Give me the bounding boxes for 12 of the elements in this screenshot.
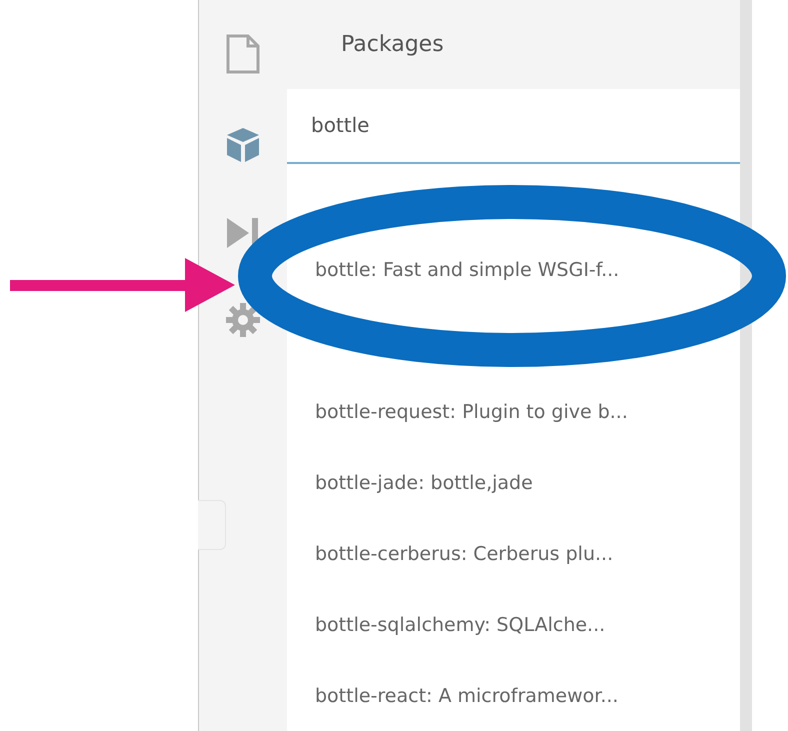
package-result[interactable]: bottle-react: A microframewor... — [315, 684, 618, 707]
package-result[interactable]: bottle-jade: bottle,jade — [315, 472, 533, 494]
panel-handle[interactable] — [198, 500, 226, 550]
package-result[interactable]: bottle-request: Plugin to give b... — [315, 400, 628, 423]
package-result[interactable]: bottle: Fast and simple WSGI-f... — [315, 258, 620, 281]
package-result[interactable]: bottle-sqlalchemy: SQLAlche... — [315, 614, 606, 636]
cube-icon[interactable] — [225, 126, 261, 164]
file-icon[interactable] — [226, 34, 260, 74]
panel-title: Packages — [287, 0, 740, 89]
settings-icon[interactable] — [225, 302, 261, 338]
package-result[interactable]: bottle-cerberus: Cerberus plu... — [315, 542, 614, 565]
play-icon[interactable] — [225, 216, 261, 250]
